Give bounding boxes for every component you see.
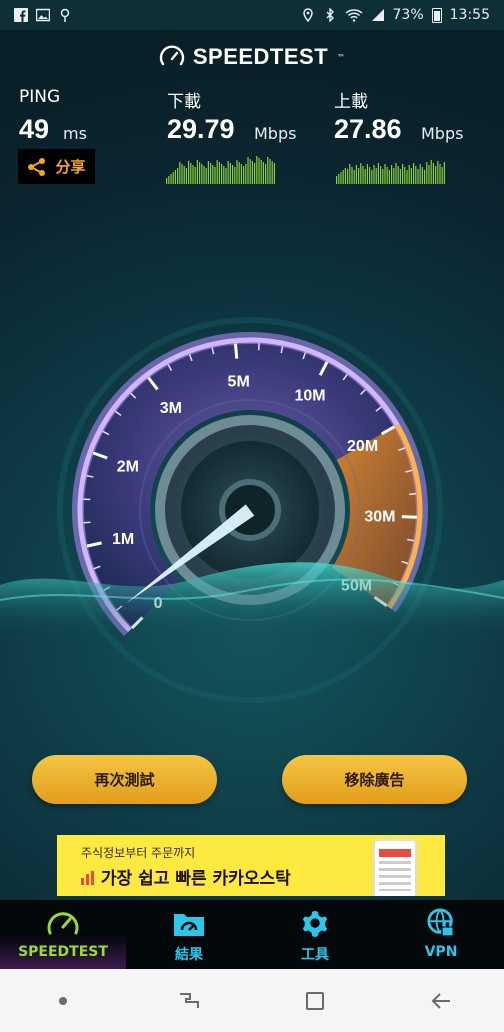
ad-headline-prefix: 가장 쉽고 빠른: [100, 869, 213, 889]
tab-results[interactable]: 結果: [126, 900, 252, 969]
system-nav-bar: [0, 969, 504, 1032]
share-button[interactable]: 分享: [18, 149, 95, 184]
ad-phone-image: [373, 839, 417, 896]
download-label: 下載: [167, 92, 201, 112]
share-label: 分享: [55, 158, 86, 176]
tab-tools[interactable]: 工具: [252, 900, 378, 969]
location-pin-icon: [60, 8, 70, 22]
ad-headline: 가장 쉽고 빠른 카카오스탁: [81, 864, 291, 889]
ad-brand: 카카오스탁: [212, 869, 291, 889]
gauge-tick-label: 20M: [347, 438, 378, 455]
tab-vpn-label: VPN: [424, 944, 458, 960]
upload-label: 上載: [334, 92, 368, 112]
tab-tools-label: 工具: [301, 947, 329, 963]
upload-unit: Mbps: [421, 124, 464, 143]
bluetooth-icon: [326, 8, 334, 22]
back-arrow-icon: [431, 992, 450, 1009]
recent-apps-button[interactable]: [169, 981, 209, 1021]
gauge-tick: [233, 343, 239, 359]
bottom-nav: SPEEDTEST 結果 工具 VPN: [0, 900, 504, 969]
speed-gauge: 01M2M3M5M10M20M30M50M: [0, 317, 504, 703]
status-bar: 73% 13:55: [0, 0, 504, 30]
home-dot-button[interactable]: [43, 981, 83, 1021]
speedtest-logo: SPEEDTEST ™: [0, 44, 504, 70]
gauge-tick-label: 5M: [228, 373, 250, 390]
wifi-icon: [345, 9, 363, 22]
gauge-tick-label: 1M: [112, 531, 134, 548]
battery-percent: 73%: [392, 7, 424, 23]
gauge-minor-tick: [409, 492, 417, 496]
ad-banner[interactable]: 주식정보부터 주문까지 가장 쉽고 빠른 카카오스탁: [57, 835, 445, 896]
home-button[interactable]: [295, 981, 335, 1021]
results-folder-icon: [174, 914, 204, 936]
tab-vpn[interactable]: VPN: [378, 900, 504, 969]
gear-icon: [302, 910, 328, 938]
signal-icon: [371, 9, 384, 21]
share-icon: [28, 157, 46, 176]
gauge-tick-label: 10M: [294, 388, 325, 405]
download-sparkline: [166, 156, 275, 184]
home-square-icon: [306, 991, 324, 1010]
battery-icon: [431, 7, 442, 23]
logo-text: SPEEDTEST: [192, 44, 329, 69]
upload-sparkline: [336, 160, 445, 184]
retest-button[interactable]: 再次測試: [32, 755, 217, 804]
tab-speedtest-label: SPEEDTEST: [18, 944, 108, 960]
gauge-tick-label: 30M: [364, 509, 395, 526]
ad-tagline: 주식정보부터 주문까지: [81, 846, 196, 860]
facebook-icon: [14, 8, 28, 22]
download-unit: Mbps: [254, 124, 297, 143]
recent-apps-icon: [180, 992, 199, 1008]
logo-trademark: ™: [337, 52, 346, 62]
clock: 13:55: [449, 7, 490, 23]
download-value: 29.79: [167, 114, 235, 144]
ad-chart-icon: [81, 871, 94, 885]
ping-unit: ms: [63, 124, 87, 143]
ping-value: 49: [19, 114, 50, 144]
tab-speedtest[interactable]: SPEEDTEST: [0, 900, 126, 969]
remove-ads-button[interactable]: 移除廣告: [282, 755, 467, 804]
location-icon: [302, 8, 313, 22]
gauge-tick: [401, 515, 417, 519]
speedometer-logo-icon: [159, 45, 184, 66]
gauge-minor-tick: [83, 521, 91, 524]
speedometer-icon: [47, 912, 79, 935]
back-button[interactable]: [421, 981, 461, 1021]
ping-label: PING: [19, 87, 61, 107]
upload-value: 27.86: [334, 114, 402, 144]
vpn-globe-lock-icon: [427, 908, 454, 937]
speedtest-screen: 73% 13:55 SPEEDTEST ™ PING 49 ms 下載 29.79…: [0, 0, 504, 1032]
home-dot-icon: [59, 996, 67, 1005]
gallery-icon: [36, 8, 50, 22]
gauge-tick-label: 2M: [117, 459, 139, 476]
gauge-tick-label: 3M: [160, 400, 182, 417]
tab-results-label: 結果: [175, 947, 203, 963]
